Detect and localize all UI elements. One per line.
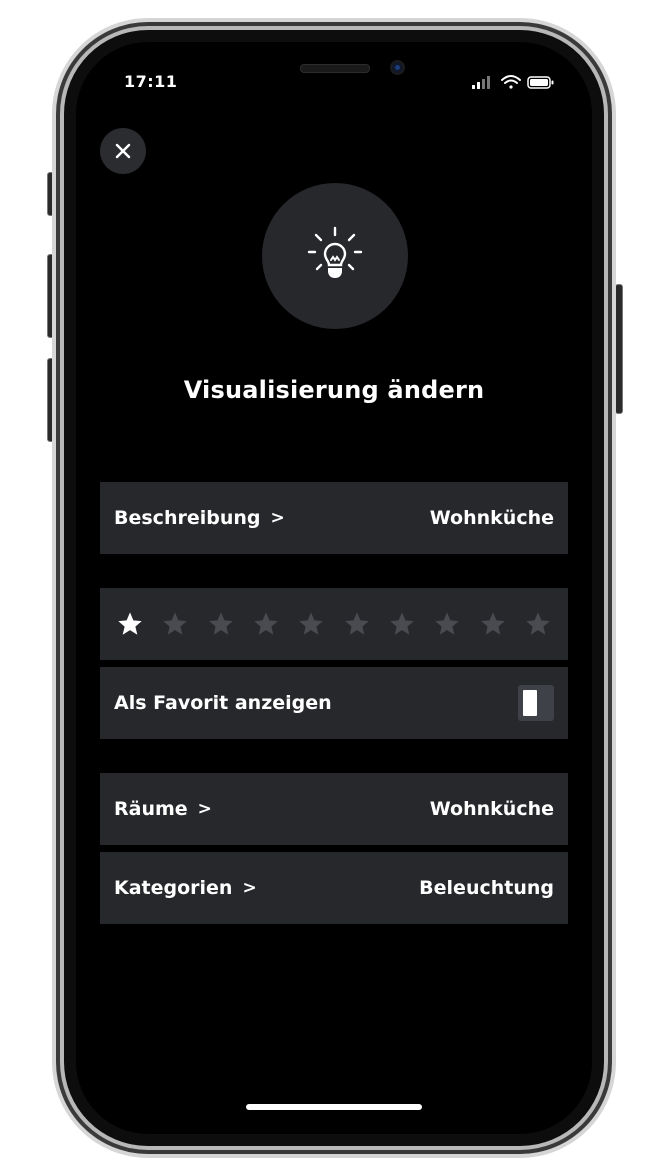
rating-stars — [100, 588, 568, 660]
rooms-row[interactable]: Räume > Wohnküche — [100, 773, 568, 845]
star-6-icon[interactable] — [335, 602, 379, 646]
power-button — [615, 284, 623, 414]
lightbulb-icon — [307, 226, 363, 278]
chevron-right-icon: > — [197, 799, 212, 819]
star-7-icon[interactable] — [380, 602, 424, 646]
favorite-row: Als Favorit anzeigen — [100, 667, 568, 739]
star-10-icon[interactable] — [516, 602, 560, 646]
battery-icon — [527, 76, 554, 89]
status-icons — [472, 75, 554, 89]
star-5-icon[interactable] — [289, 602, 333, 646]
chevron-right-icon: > — [242, 878, 257, 898]
star-4-icon[interactable] — [244, 602, 288, 646]
close-button[interactable] — [100, 128, 146, 174]
star-3-icon[interactable] — [199, 602, 243, 646]
description-label: Beschreibung — [114, 507, 261, 529]
star-8-icon[interactable] — [425, 602, 469, 646]
wifi-icon — [501, 75, 521, 89]
star-1-icon[interactable] — [108, 602, 152, 646]
star-9-icon[interactable] — [471, 602, 515, 646]
categories-value: Beleuchtung — [419, 877, 554, 899]
favorite-label: Als Favorit anzeigen — [114, 692, 332, 714]
home-indicator[interactable] — [246, 1104, 422, 1110]
toggle-knob — [523, 690, 537, 716]
screen: 17:11 Visualisierung ändern Beschreibung… — [76, 42, 592, 1134]
page-title: Visualisierung ändern — [183, 376, 485, 404]
favorite-toggle[interactable] — [518, 685, 554, 721]
status-time: 17:11 — [124, 72, 178, 91]
earpiece-speaker — [300, 64, 370, 73]
description-value: Wohnküche — [429, 507, 554, 529]
description-row[interactable]: Beschreibung > Wohnküche — [100, 482, 568, 554]
cellular-signal-icon — [472, 76, 490, 89]
categories-row[interactable]: Kategorien > Beleuchtung — [100, 852, 568, 924]
front-camera — [390, 60, 405, 75]
close-icon — [115, 143, 131, 159]
categories-label: Kategorien — [114, 877, 233, 899]
rooms-value: Wohnküche — [429, 798, 554, 820]
star-2-icon[interactable] — [153, 602, 197, 646]
rooms-label: Räume — [114, 798, 188, 820]
chevron-right-icon: > — [270, 508, 285, 528]
visualization-icon-circle[interactable] — [262, 183, 408, 329]
